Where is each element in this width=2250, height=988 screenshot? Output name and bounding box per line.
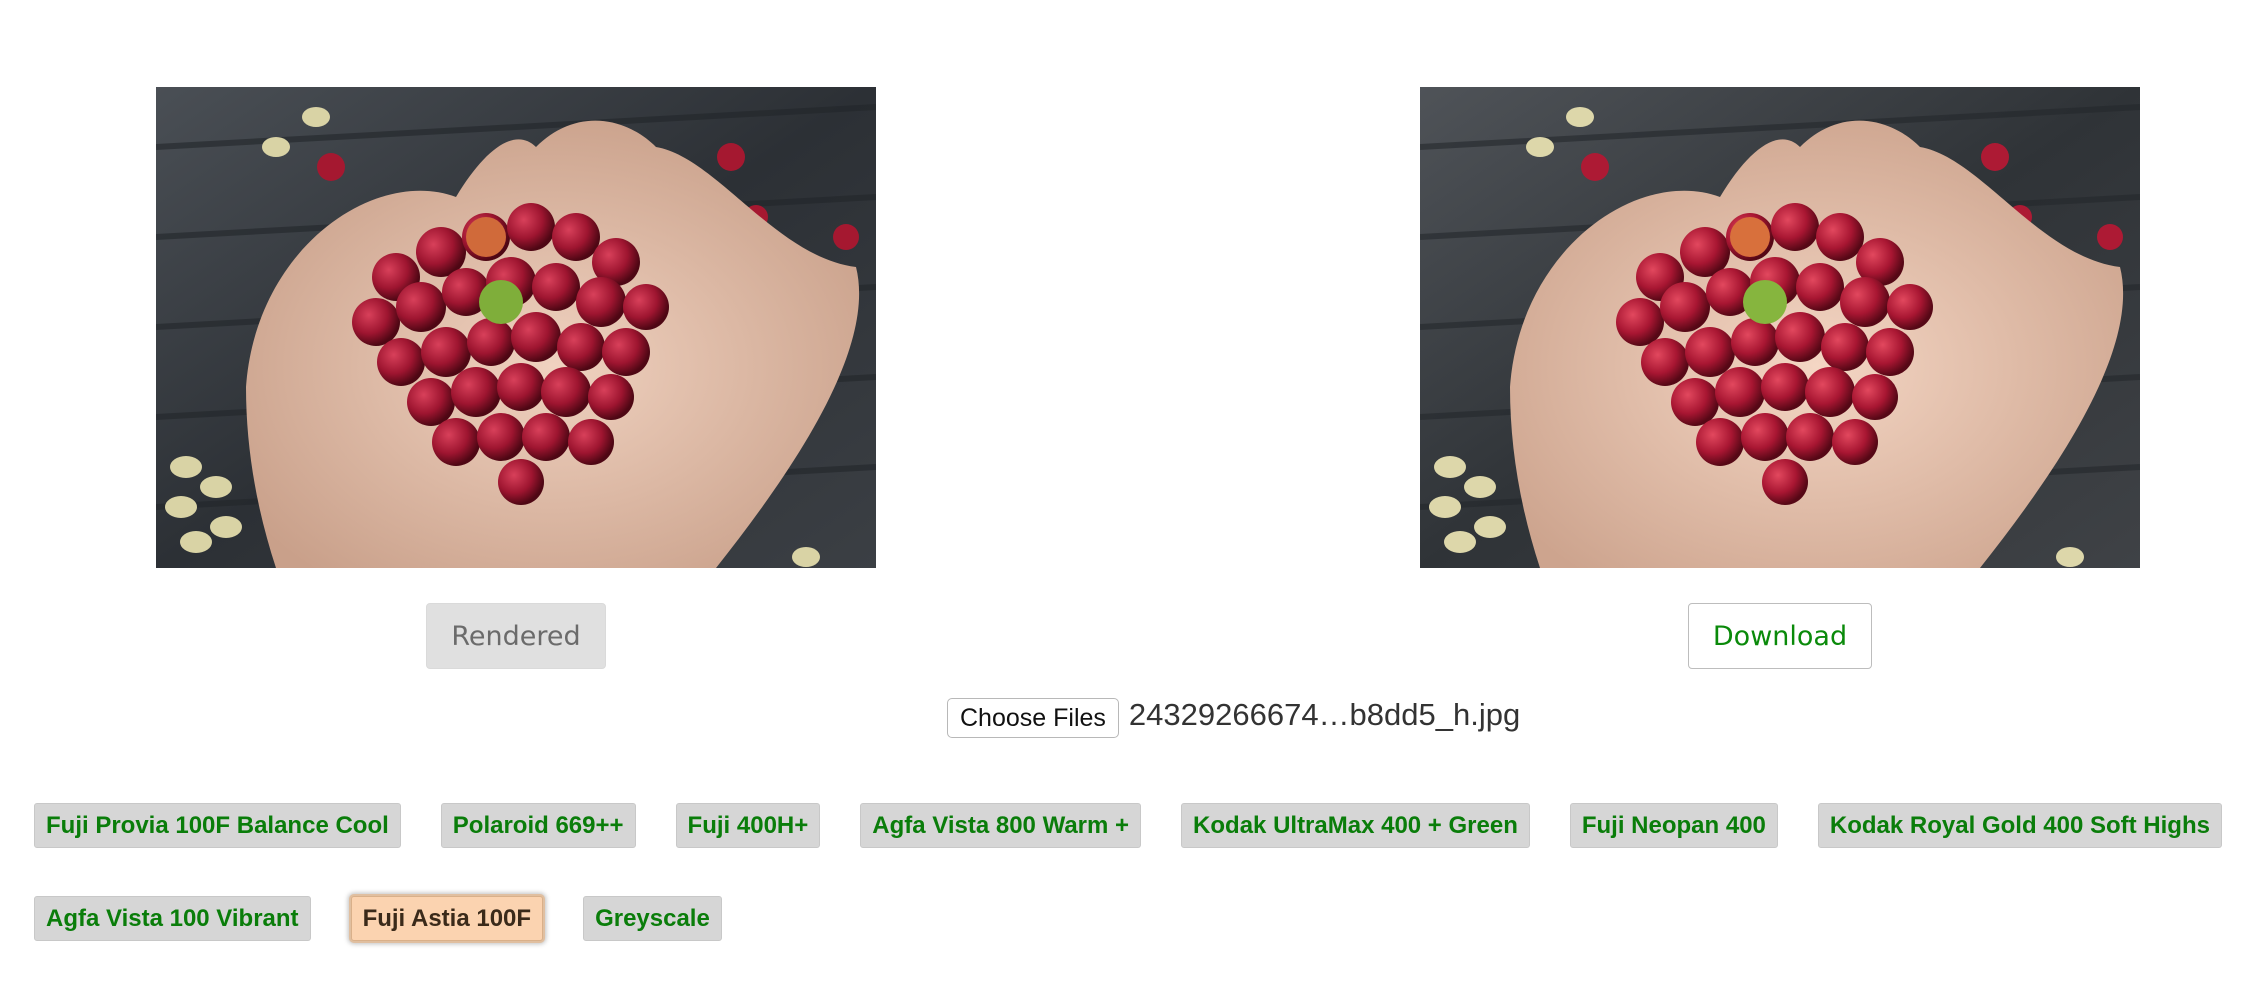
filter-button[interactable]: Agfa Vista 800 Warm +: [860, 803, 1142, 848]
choose-files-button[interactable]: Choose Files: [947, 698, 1119, 738]
original-photo: [156, 87, 876, 568]
filter-button[interactable]: Fuji Provia 100F Balance Cool: [34, 803, 401, 848]
selected-file-name: 24329266674…b8dd5_h.jpg: [1128, 697, 1521, 732]
filter-button[interactable]: Kodak UltraMax 400 + Green: [1181, 803, 1530, 848]
download-button[interactable]: Download: [1688, 603, 1872, 669]
photo-filter-app: Rendered Download Choose Files 243292666…: [0, 0, 2250, 988]
filter-row-2: Agfa Vista 100 Vibrant Fuji Astia 100F G…: [34, 896, 722, 941]
file-chooser: Choose Files 24329266674…b8dd5_h.jpg: [947, 697, 1521, 738]
filter-button[interactable]: Fuji Neopan 400: [1569, 803, 1778, 848]
rendered-photo: [1420, 87, 2140, 568]
filter-button[interactable]: Kodak Royal Gold 400 Soft Highs: [1817, 803, 2222, 848]
filter-button-active[interactable]: Fuji Astia 100F: [350, 896, 544, 941]
filter-button[interactable]: Fuji 400H+: [675, 803, 821, 848]
photo-hands-coffee-cherries-icon: [156, 87, 876, 568]
filter-row-1: Fuji Provia 100F Balance Cool Polaroid 6…: [34, 803, 2222, 848]
filter-button[interactable]: Agfa Vista 100 Vibrant: [34, 896, 311, 941]
filter-button[interactable]: Polaroid 669++: [440, 803, 636, 848]
rendered-button[interactable]: Rendered: [426, 603, 606, 669]
photo-hands-coffee-cherries-icon: [1420, 87, 2140, 568]
filter-button[interactable]: Greyscale: [583, 896, 722, 941]
